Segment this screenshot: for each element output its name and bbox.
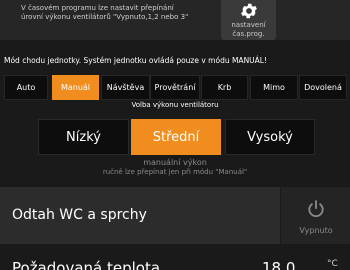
fan-note-line1: manuální výkon [143,158,207,167]
schedule-label-line2: čas.prog. [232,30,265,38]
wc-shower-extraction-panel: Odtah WC a sprchy Vypnuto [0,187,350,244]
mode-button-navsteva[interactable]: Návštěva [101,75,150,100]
schedule-settings-button[interactable]: nastavení čas.prog. [221,0,276,40]
temperature-row[interactable]: Požadovaná teplota 18.0 °C [0,248,350,270]
mode-button-auto[interactable]: Auto [4,75,48,100]
mode-button-dovolena[interactable]: Dovolená [299,75,347,100]
schedule-settings-label: nastavení čas.prog. [221,21,276,39]
gear-icon [241,3,257,19]
power-status-label: Vypnuto [299,226,333,235]
fan-level-title: Volba výkonu ventilátoru [131,101,219,109]
wc-panel-title: Odtah WC a sprchy [12,207,147,223]
power-button[interactable]: Vypnuto [280,187,350,244]
mode-button-provetrani[interactable]: Provětrání [150,75,200,100]
mode-title: Mód chodu jednotky. Systém jednotku ovlá… [4,56,267,65]
mode-button-mimo[interactable]: Mimo [250,75,298,100]
fan-level-high-button[interactable]: Vysoký [225,119,315,155]
mode-button-manual[interactable]: Manuál [52,75,99,100]
fan-level-low-button[interactable]: Nízký [38,119,129,155]
schedule-info-line2: úrovní výkonu ventilátorů "Vypnuto,1,2 n… [21,13,189,21]
schedule-label-line1: nastavení [231,21,266,29]
schedule-info: V časovém programu lze nastavit přepínán… [0,0,210,40]
mode-button-krb[interactable]: Krb [201,75,248,100]
temperature-unit: °C [327,259,338,269]
fan-level-medium-button[interactable]: Střední [131,119,221,155]
temperature-label: Požadovaná teplota [12,259,161,270]
temperature-value: 18.0 [262,259,296,270]
fan-note-line2: ručně lze přepínat jen při módu "Manuál" [102,168,248,176]
power-icon [308,200,324,218]
schedule-panel: V časovém programu lze nastavit přepínán… [0,0,350,40]
schedule-info-line1: V časovém programu lze nastavit přepínán… [21,4,174,12]
